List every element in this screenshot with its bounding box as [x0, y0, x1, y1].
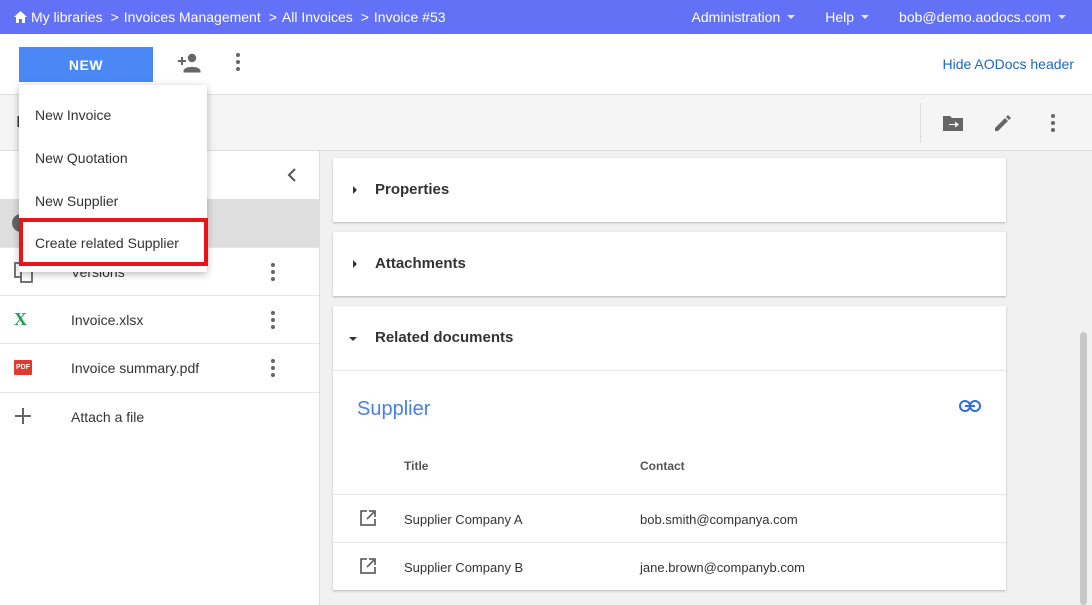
user-menu[interactable]: bob@demo.aodocs.com [899, 9, 1066, 25]
home-icon [14, 11, 27, 23]
scrollbar-thumb[interactable] [1080, 332, 1087, 605]
add-person-icon[interactable] [178, 52, 202, 74]
attachments-section[interactable]: Attachments [333, 232, 1006, 296]
menu-item-label: New Supplier [35, 193, 119, 209]
related-documents-section: Related documents Supplier Title Contact… [333, 306, 1006, 590]
open-in-new-icon[interactable] [359, 509, 377, 527]
hide-aodocs-header-link[interactable]: Hide AODocs header [942, 56, 1074, 72]
link-icon[interactable] [959, 400, 981, 412]
administration-label: Administration [691, 9, 781, 25]
excel-icon: X [14, 309, 27, 329]
help-menu[interactable]: Help [825, 9, 870, 25]
row-title: Supplier Company A [404, 512, 523, 527]
sidebar-item-attach-a-file[interactable]: Attach a file [0, 392, 319, 440]
related-documents-header[interactable]: Related documents [333, 306, 1006, 370]
pdf-icon: PDF [14, 360, 32, 375]
table-row[interactable]: Supplier Company B jane.brown@companyb.c… [333, 542, 1006, 590]
row-contact: bob.smith@companya.com [640, 512, 798, 527]
row-title: Supplier Company B [404, 560, 524, 575]
section-title: Related documents [375, 329, 514, 346]
more-vert-icon[interactable] [270, 262, 276, 282]
menu-item-label: Create related Supplier [35, 235, 179, 251]
related-documents-body: Supplier Title Contact Supplier Company … [333, 370, 1006, 589]
row-contact: jane.brown@companyb.com [640, 560, 805, 575]
properties-section[interactable]: Properties [333, 158, 1006, 222]
more-vert-icon[interactable] [1050, 113, 1056, 133]
new-dropdown-menu: New Invoice New Quotation New Supplier C… [19, 85, 208, 272]
properties-header[interactable]: Properties [333, 158, 1006, 222]
breadcrumb-separator: > [268, 9, 277, 25]
section-title: Attachments [375, 255, 466, 272]
edit-pencil-icon[interactable] [993, 113, 1013, 133]
section-title: Properties [375, 181, 450, 198]
menu-item-new-supplier[interactable]: New Supplier [19, 179, 207, 222]
breadcrumb-my-libraries[interactable]: My libraries [31, 9, 103, 25]
help-label: Help [825, 9, 855, 25]
top-nav: Administration Help bob@demo.aodocs.com [692, 0, 1092, 34]
menu-item-label: New Quotation [35, 150, 128, 166]
more-vert-icon[interactable] [270, 310, 276, 330]
breadcrumb: My libraries > Invoices Management > All… [14, 0, 446, 34]
administration-menu[interactable]: Administration [692, 9, 796, 25]
caret-down-icon [861, 15, 870, 19]
more-vert-icon[interactable] [235, 52, 241, 72]
caret-right-icon [353, 186, 357, 194]
breadcrumb-invoice-53[interactable]: Invoice #53 [374, 9, 446, 25]
column-header-contact[interactable]: Contact [640, 459, 685, 473]
divider [920, 103, 921, 143]
menu-item-new-quotation[interactable]: New Quotation [19, 136, 207, 179]
plus-icon [15, 408, 31, 424]
move-to-folder-icon[interactable] [942, 113, 964, 133]
menu-item-create-related-supplier[interactable]: Create related Supplier [19, 218, 208, 266]
breadcrumb-invoices-management[interactable]: Invoices Management [124, 9, 261, 25]
more-vert-icon[interactable] [270, 358, 276, 378]
breadcrumb-separator: > [110, 9, 119, 25]
sidebar-item-label: Attach a file [71, 409, 145, 425]
breadcrumb-all-invoices[interactable]: All Invoices [282, 9, 353, 25]
chevron-left-icon[interactable] [285, 167, 299, 183]
sidebar-item-invoice-summary-pdf[interactable]: PDF Invoice summary.pdf [0, 343, 319, 391]
caret-down-icon [1058, 15, 1066, 19]
attachments-header[interactable]: Attachments [333, 232, 1006, 296]
caret-right-icon [353, 260, 357, 268]
related-class-title: Supplier [357, 398, 431, 420]
open-in-new-icon[interactable] [359, 557, 377, 575]
menu-item-new-invoice[interactable]: New Invoice [19, 93, 207, 136]
menu-item-label: New Invoice [35, 107, 112, 123]
top-bar: My libraries > Invoices Management > All… [0, 0, 1092, 34]
new-button[interactable]: NEW [19, 47, 153, 82]
user-email: bob@demo.aodocs.com [899, 9, 1051, 25]
sidebar-item-label: Invoice.xlsx [71, 312, 144, 328]
sidebar-item-label: Invoice summary.pdf [71, 360, 200, 376]
table-row[interactable]: Supplier Company A bob.smith@companya.co… [333, 494, 1006, 542]
caret-down-icon [787, 15, 796, 19]
sidebar-item-invoice-xlsx[interactable]: X Invoice.xlsx [0, 295, 319, 343]
column-header-title[interactable]: Title [404, 459, 428, 473]
caret-down-icon [349, 337, 357, 341]
breadcrumb-separator: > [360, 9, 369, 25]
